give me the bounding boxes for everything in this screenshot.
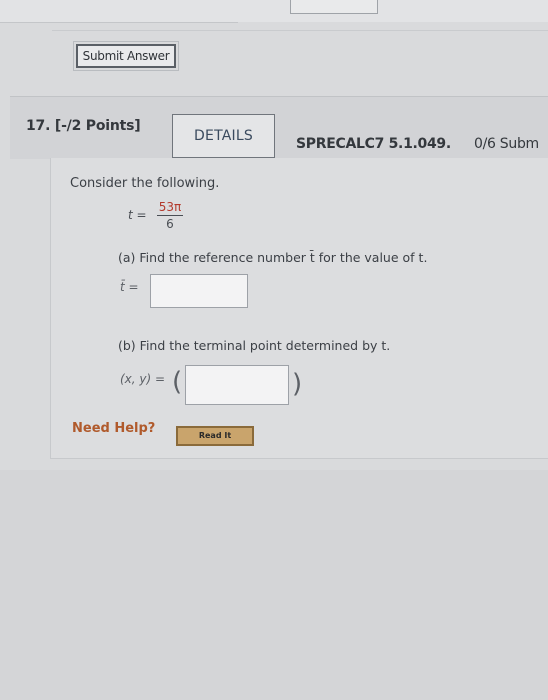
- terminal-point-input[interactable]: [185, 365, 289, 405]
- problem-intro: Consider the following.: [70, 176, 220, 191]
- previous-panel-edge: [0, 0, 238, 23]
- t-label: t =: [128, 208, 147, 222]
- fraction-bar: [157, 215, 183, 216]
- question-code: SPRECALC7 5.1.049.: [296, 136, 451, 152]
- submit-answer-button[interactable]: Submit Answer: [76, 44, 176, 68]
- previous-button-edge[interactable]: [290, 0, 378, 14]
- part-b-label: (x, y) =: [120, 372, 166, 386]
- question-content: [50, 158, 548, 459]
- close-paren: ): [292, 369, 303, 399]
- part-a-prompt: (a) Find the reference number t̄ for the…: [118, 250, 428, 265]
- t-numerator: 53π: [158, 200, 182, 214]
- question-number-points: 17. [-/2 Points]: [26, 118, 141, 134]
- read-it-button[interactable]: Read It: [176, 426, 254, 446]
- lower-page-area: [0, 470, 548, 700]
- t-denominator: 6: [166, 217, 174, 231]
- part-a-label: t̄ =: [120, 280, 139, 294]
- reference-number-input[interactable]: [150, 274, 248, 308]
- open-paren: (: [172, 367, 183, 397]
- need-help-label: Need Help?: [72, 421, 156, 436]
- t-fraction: 53π 6: [157, 200, 183, 231]
- submissions-count: 0/6 Subm: [474, 136, 539, 152]
- details-button[interactable]: DETAILS: [172, 114, 275, 158]
- part-b-prompt: (b) Find the terminal point determined b…: [118, 338, 391, 353]
